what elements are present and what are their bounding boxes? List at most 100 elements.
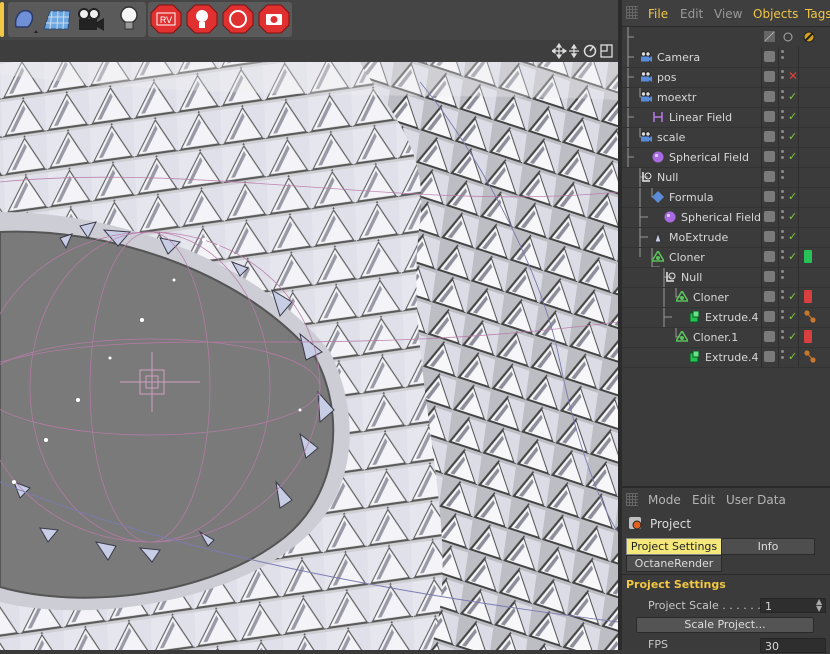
layer-box[interactable] [764, 131, 775, 142]
viewport-nav-icons[interactable] [552, 43, 614, 59]
display-tag-icon[interactable] [804, 290, 812, 303]
visibility-dots-icon[interactable] [781, 70, 785, 83]
menu-edit[interactable]: Edit [680, 7, 703, 21]
enabled-check-icon[interactable]: ✓ [788, 250, 797, 263]
attr-menu-user-data[interactable]: User Data [726, 493, 786, 507]
object-name[interactable]: Cloner.1 [693, 331, 738, 344]
object-name[interactable]: Cloner [693, 291, 729, 304]
object-name[interactable]: pos [657, 71, 676, 84]
visibility-dots-icon[interactable] [781, 90, 785, 103]
object-row[interactable]: Cloner ✓ [622, 287, 830, 308]
layer-box[interactable] [764, 151, 775, 162]
menu-tags[interactable]: Tags [805, 7, 830, 21]
layer-box[interactable] [764, 231, 775, 242]
enabled-check-icon[interactable]: ✓ [788, 210, 797, 223]
camera-icon[interactable] [74, 3, 106, 35]
object-row[interactable]: Extrude.4 ✓ [622, 307, 830, 328]
3d-viewport[interactable] [0, 62, 618, 650]
object-name[interactable]: Camera [657, 51, 700, 64]
project-scale-stepper-icon[interactable]: ▲ ▼ [816, 598, 822, 613]
object-row[interactable]: Null [622, 167, 830, 188]
layer-box[interactable] [764, 311, 775, 322]
enabled-check-icon[interactable]: ✓ [788, 330, 797, 343]
attr-grip-icon[interactable] [626, 493, 638, 506]
object-row[interactable]: moextr ✓ [622, 87, 830, 108]
visibility-dots-icon[interactable] [781, 330, 785, 343]
visibility-dots-icon[interactable] [781, 190, 785, 203]
visibility-dots-icon[interactable] [781, 350, 785, 363]
panel-grip-icon[interactable] [626, 6, 638, 19]
object-row[interactable]: scale ✓ [622, 127, 830, 148]
layer-box[interactable] [764, 171, 775, 182]
viewport-canvas[interactable] [0, 62, 618, 650]
visibility-dots-icon[interactable] [781, 50, 785, 63]
layer-box[interactable] [764, 291, 775, 302]
visibility-dots-icon[interactable] [781, 110, 785, 123]
object-name[interactable]: Null [681, 271, 702, 284]
disabled-x-icon[interactable]: ✕ [788, 69, 798, 83]
object-name[interactable]: moextr [657, 91, 696, 104]
deformer-icon[interactable] [8, 3, 40, 35]
render-light-icon[interactable] [186, 3, 218, 35]
visibility-dots-icon[interactable] [781, 250, 785, 263]
object-row[interactable]: Linear Field ✓ [622, 107, 830, 128]
layer-box[interactable] [764, 271, 775, 282]
fps-input[interactable]: 30 [760, 638, 826, 653]
display-tag-icon[interactable] [804, 330, 812, 343]
layer-box[interactable] [764, 91, 775, 102]
object-name[interactable]: Cloner [669, 251, 705, 264]
object-name[interactable]: Extrude.4 [705, 351, 759, 364]
object-row[interactable]: Null [622, 267, 830, 288]
floor-icon[interactable] [40, 3, 72, 35]
render-view-icon[interactable]: RV [150, 3, 182, 35]
object-name[interactable]: Formula [669, 191, 713, 204]
attr-menu-edit[interactable]: Edit [692, 493, 715, 507]
object-row[interactable]: pos ✕ [622, 67, 830, 88]
visibility-dots-icon[interactable] [781, 290, 785, 303]
enabled-check-icon[interactable]: ✓ [788, 290, 797, 303]
object-name[interactable]: Spherical Field [681, 211, 761, 224]
phong-tag-icon[interactable] [804, 310, 816, 323]
tab-info[interactable]: Info [721, 538, 815, 555]
visibility-dots-icon[interactable] [781, 130, 785, 143]
visibility-dots-icon[interactable] [781, 150, 785, 163]
object-name[interactable]: scale [657, 131, 685, 144]
tab-project-settings[interactable]: Project Settings [626, 538, 722, 555]
object-row[interactable]: Extrude.4 ✓ [622, 347, 830, 368]
object-name[interactable]: Extrude.4 [705, 311, 759, 324]
object-row[interactable]: Spherical Field ✓ [622, 207, 830, 228]
object-row[interactable]: Cloner.1 ✓ [622, 327, 830, 348]
layer-box[interactable] [764, 211, 775, 222]
layer-box[interactable] [764, 251, 775, 262]
display-tag-icon[interactable] [804, 250, 812, 263]
visibility-dots-icon[interactable] [781, 210, 785, 223]
enabled-check-icon[interactable]: ✓ [788, 90, 797, 103]
enabled-check-icon[interactable]: ✓ [788, 130, 797, 143]
object-row[interactable]: Formula ✓ [622, 187, 830, 208]
layer-box[interactable] [764, 111, 775, 122]
menu-file[interactable]: File [648, 7, 668, 21]
light-icon[interactable] [113, 3, 145, 35]
layer-box[interactable] [764, 51, 775, 62]
render-camera-icon[interactable] [258, 3, 290, 35]
object-name[interactable]: Spherical Field [669, 151, 749, 164]
visibility-dots-icon[interactable] [781, 270, 785, 283]
object-row[interactable]: Camera [622, 47, 830, 68]
phong-tag-icon[interactable] [804, 350, 816, 363]
enabled-check-icon[interactable]: ✓ [788, 350, 797, 363]
layer-box[interactable] [764, 331, 775, 342]
object-name[interactable]: MoExtrude [669, 231, 728, 244]
scale-project-button[interactable]: Scale Project... [636, 617, 814, 633]
layer-box[interactable] [764, 191, 775, 202]
object-row[interactable]: Spherical Field ✓ [622, 147, 830, 168]
menu-view[interactable]: View [714, 7, 742, 21]
enabled-check-icon[interactable]: ✓ [788, 190, 797, 203]
layer-box[interactable] [764, 351, 775, 362]
object-name[interactable]: Linear Field [669, 111, 732, 124]
object-row[interactable]: Cloner ✓ [622, 247, 830, 268]
tab-octane-render[interactable]: OctaneRender [626, 555, 722, 572]
attr-menu-mode[interactable]: Mode [648, 493, 681, 507]
enabled-check-icon[interactable]: ✓ [788, 150, 797, 163]
visibility-dots-icon[interactable] [781, 310, 785, 323]
object-row[interactable]: MoExtrude ✓ [622, 227, 830, 248]
